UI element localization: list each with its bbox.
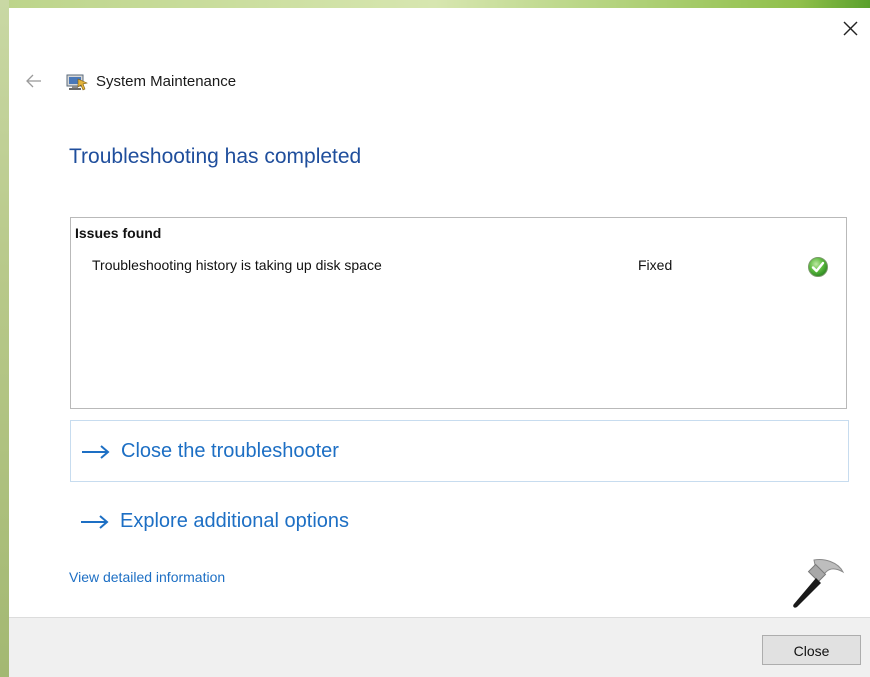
- close-troubleshooter-label: Close the troubleshooter: [121, 440, 339, 462]
- wallpaper-edge-top: [0, 0, 870, 8]
- close-icon[interactable]: [840, 18, 862, 40]
- view-detailed-information-link[interactable]: View detailed information: [69, 569, 225, 585]
- close-troubleshooter-link[interactable]: Close the troubleshooter: [70, 420, 849, 482]
- close-button[interactable]: Close: [762, 635, 861, 665]
- green-checkmark-icon: [807, 256, 829, 278]
- right-arrow-icon: [80, 443, 112, 461]
- explore-additional-options-label: Explore additional options: [120, 510, 350, 532]
- back-arrow-icon[interactable]: [24, 71, 44, 91]
- explore-additional-options-link[interactable]: Explore additional options: [70, 496, 430, 548]
- page-title: Troubleshooting has completed: [69, 145, 362, 168]
- right-arrow-icon: [79, 513, 111, 531]
- issues-header: Issues found: [75, 225, 162, 241]
- issue-status: Fixed: [638, 257, 673, 273]
- hammer-icon: [786, 556, 846, 610]
- troubleshooter-window: System Maintenance Troubleshooting has c…: [0, 0, 870, 677]
- window-title: System Maintenance: [96, 73, 237, 90]
- issues-list: Issues found Troubleshooting history is …: [70, 217, 847, 409]
- wallpaper-edge-left: [0, 0, 9, 677]
- issue-row: Troubleshooting history is taking up dis…: [71, 254, 846, 280]
- system-maintenance-icon: [66, 73, 88, 91]
- dialog-footer: [9, 617, 870, 677]
- issue-name: Troubleshooting history is taking up dis…: [92, 257, 382, 273]
